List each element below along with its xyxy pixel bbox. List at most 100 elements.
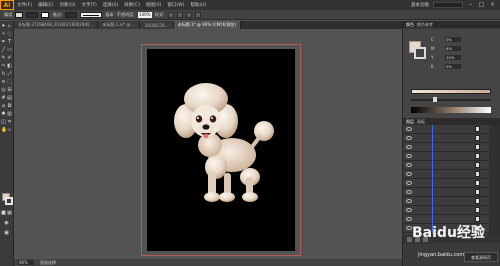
tab-document-2[interactable]: 未标题-1.ai* @ ... [98, 21, 141, 29]
gradient-mode-icon[interactable]: ▦ [7, 211, 12, 216]
stroke-profile-preview[interactable] [80, 11, 103, 18]
maximize-icon[interactable]: □ [478, 2, 485, 8]
tab-artboards[interactable]: 画板 [417, 119, 425, 125]
color-mode-icon[interactable]: ■ [1, 211, 6, 216]
lasso-icon[interactable]: ◌ [7, 32, 12, 37]
blob-brush-icon[interactable]: ✑ [1, 64, 6, 69]
visibility-eye-icon[interactable] [406, 172, 412, 176]
color-channel-value[interactable]: 0% [445, 64, 461, 69]
visibility-eye-icon[interactable] [406, 145, 412, 149]
menu-select[interactable]: 选择(S) [100, 2, 121, 8]
layer-row[interactable] [403, 124, 500, 134]
screen-mode-icon[interactable]: ▣ [4, 231, 9, 236]
fill-dropdown[interactable] [26, 11, 39, 18]
panel-scrollbar[interactable] [489, 125, 500, 235]
gradient-slider-track[interactable] [411, 99, 491, 101]
shape-builder-icon[interactable]: ◎ [1, 88, 6, 93]
view-source-badge[interactable]: 查看源网页 [464, 252, 498, 262]
color-channel-value[interactable]: 0% [445, 37, 461, 42]
visibility-eye-icon[interactable] [406, 190, 412, 194]
visibility-eye-icon[interactable] [406, 199, 412, 203]
graph-tool-icon[interactable]: ▥ [7, 112, 12, 117]
style-swatch-icon[interactable] [167, 11, 174, 18]
menu-help[interactable]: 帮助(H) [187, 2, 209, 8]
align-icon[interactable] [176, 11, 183, 18]
opacity-input[interactable]: 100% [137, 11, 152, 18]
visibility-eye-icon[interactable] [406, 181, 412, 185]
paintbrush-icon[interactable]: ✎ [1, 56, 6, 61]
lock-toggle[interactable] [415, 190, 420, 195]
transform-icon[interactable] [185, 11, 192, 18]
menu-effect[interactable]: 效果(C) [121, 2, 143, 8]
gradient-preview-bar[interactable] [411, 89, 491, 94]
visibility-eye-icon[interactable] [406, 208, 412, 212]
minimize-icon[interactable]: – [467, 2, 474, 8]
layer-row[interactable] [403, 169, 500, 179]
perspective-grid-icon[interactable]: ⊞ [7, 88, 12, 93]
selection-tool-icon[interactable]: ➤ [1, 24, 6, 29]
lock-toggle[interactable] [415, 154, 420, 159]
layer-row[interactable] [403, 178, 500, 188]
layer-row[interactable] [403, 160, 500, 170]
fill-swatch[interactable] [15, 11, 24, 18]
canvas-area[interactable] [14, 29, 402, 259]
width-tool-icon[interactable]: ≋ [1, 80, 6, 85]
isolate-icon[interactable] [194, 11, 201, 18]
fill-stroke-widget[interactable] [2, 193, 13, 205]
menu-window[interactable]: 窗口(W) [164, 2, 187, 8]
lock-toggle[interactable] [415, 217, 420, 222]
lock-toggle[interactable] [415, 127, 420, 132]
menu-file[interactable]: 文件(F) [14, 2, 35, 8]
color-panel-stroke-swatch[interactable] [414, 47, 426, 59]
workspace-switcher[interactable]: 基本功能 [411, 2, 429, 8]
lock-toggle[interactable] [415, 136, 420, 141]
layer-row[interactable] [403, 142, 500, 152]
tab-document-3[interactable]: 20180216... [140, 21, 174, 29]
rectangle-tool-icon[interactable]: ▭ [7, 48, 12, 53]
lock-toggle[interactable] [415, 181, 420, 186]
eraser-icon[interactable]: ◧ [7, 64, 12, 69]
menu-edit[interactable]: 编辑(E) [35, 2, 56, 8]
poodle-illustration[interactable] [166, 79, 278, 209]
lock-toggle[interactable] [415, 145, 420, 150]
mesh-tool-icon[interactable]: # [1, 96, 6, 101]
layer-row[interactable] [403, 151, 500, 161]
hand-tool-icon[interactable]: ✋ [1, 128, 7, 133]
pen-tool-icon[interactable]: ✒ [1, 40, 6, 45]
menu-view[interactable]: 视图(V) [143, 2, 165, 8]
artboard[interactable] [147, 49, 295, 251]
tab-color[interactable]: 颜色 [406, 22, 414, 28]
layer-row[interactable] [403, 187, 500, 197]
stroke-swatch[interactable] [41, 11, 50, 18]
tab-document-active[interactable]: 未标题-1* @ 96% (CMYK/预览) [173, 21, 242, 29]
type-tool-icon[interactable]: T [7, 40, 12, 45]
direct-selection-tool-icon[interactable]: ▹ [7, 24, 12, 29]
close-icon[interactable]: × [489, 2, 496, 8]
menu-type[interactable]: 文字(T) [79, 2, 100, 8]
tab-document-1[interactable]: 未标题-27298468_20180216002940... [14, 21, 99, 29]
menu-object[interactable]: 对象(O) [56, 2, 78, 8]
layer-row[interactable] [403, 205, 500, 215]
lock-toggle[interactable] [415, 172, 420, 177]
pencil-icon[interactable]: ✐ [7, 56, 12, 61]
tab-color-guide[interactable]: 颜色参考 [417, 22, 433, 28]
stroke-color-icon[interactable] [5, 197, 13, 205]
draw-mode-icon[interactable]: ◉ [4, 221, 9, 226]
gradient-tool-icon[interactable]: ▤ [7, 96, 12, 101]
slice-tool-icon[interactable]: ⌗ [7, 120, 12, 125]
symbol-sprayer-icon[interactable]: ✱ [1, 112, 6, 117]
lock-toggle[interactable] [415, 163, 420, 168]
artboard-tool-icon[interactable]: ◫ [1, 120, 6, 125]
stroke-weight-dropdown[interactable] [65, 11, 78, 18]
rotate-tool-icon[interactable]: ↻ [1, 72, 6, 77]
lock-toggle[interactable] [415, 199, 420, 204]
zoom-level-input[interactable]: 96% [18, 260, 34, 265]
scale-tool-icon[interactable]: ⤢ [7, 72, 12, 77]
eyedropper-icon[interactable]: ⌀ [1, 104, 6, 109]
layer-row[interactable] [403, 133, 500, 143]
blend-tool-icon[interactable]: ⧉ [7, 104, 12, 109]
search-input[interactable] [433, 2, 463, 8]
visibility-eye-icon[interactable] [406, 163, 412, 167]
zoom-tool-icon[interactable]: ⌕ [7, 128, 12, 133]
color-spectrum-ramp[interactable] [411, 107, 491, 113]
